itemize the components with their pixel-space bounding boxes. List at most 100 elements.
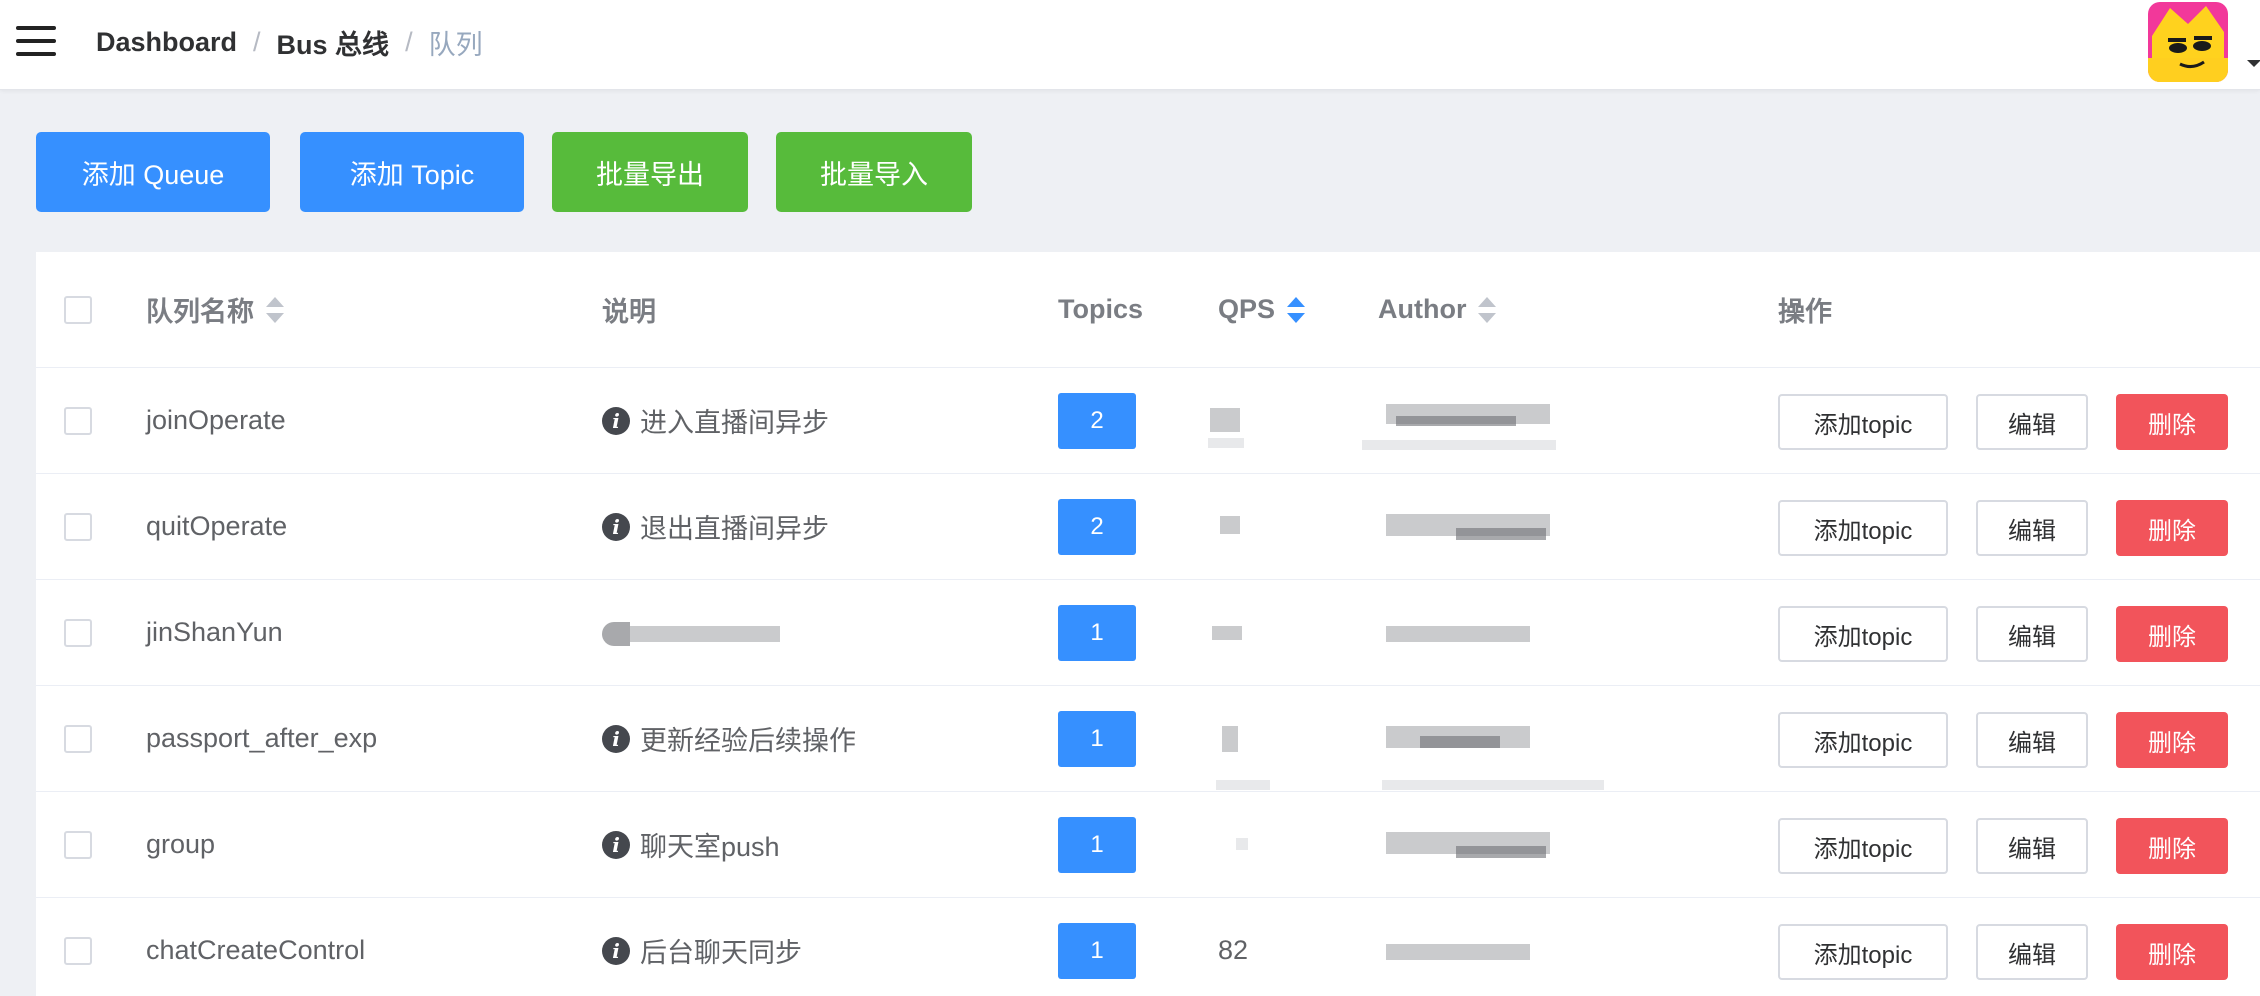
add-topic-button[interactable]: 添加 Topic [300, 132, 524, 212]
header-qps[interactable]: QPS [1218, 252, 1306, 367]
row-checkbox[interactable] [64, 406, 92, 435]
redacted-qps [1212, 626, 1242, 640]
redacted-desc [630, 626, 780, 642]
topics-count-badge[interactable]: 2 [1058, 498, 1136, 555]
edit-button[interactable]: 编辑 [1976, 712, 2088, 768]
row-topics: 2 [1058, 474, 1136, 579]
select-all-checkbox[interactable] [64, 295, 92, 324]
delete-button[interactable]: 删除 [2116, 818, 2228, 874]
edit-button[interactable]: 编辑 [1976, 606, 2088, 662]
row-name: joinOperate [146, 405, 286, 435]
row-desc-text: 退出直播间异步 [640, 514, 829, 544]
avatar[interactable] [2148, 2, 2228, 82]
redacted-qps [1208, 438, 1244, 448]
edit-button[interactable]: 编辑 [1976, 500, 2088, 556]
row-topics: 1 [1058, 898, 1136, 996]
header-author-label: Author [1378, 294, 1467, 324]
row-checkbox[interactable] [64, 936, 92, 965]
redacted-author [1396, 416, 1516, 426]
row-name: group [146, 829, 216, 859]
info-icon: i [602, 512, 630, 541]
table-row: group i 聊天室push 1 添加topic 编辑 删除 [36, 792, 2260, 898]
row-topics: 2 [1058, 368, 1136, 473]
redacted-author [1386, 626, 1530, 642]
row-checkbox[interactable] [64, 512, 92, 541]
sort-caret-icon[interactable] [1478, 296, 1497, 323]
info-icon: i [602, 406, 630, 435]
avatar-dropdown-caret-icon[interactable] [2247, 60, 2260, 67]
breadcrumb-separator: / [405, 26, 413, 57]
redacted-qps [1210, 408, 1240, 432]
header-desc-label: 说明 [602, 297, 656, 327]
delete-button[interactable]: 删除 [2116, 924, 2228, 980]
delete-button[interactable]: 删除 [2116, 394, 2228, 450]
header-author[interactable]: Author [1378, 252, 1497, 367]
edit-button[interactable]: 编辑 [1976, 924, 2088, 980]
row-desc-text: 进入直播间异步 [640, 408, 829, 438]
delete-button[interactable]: 删除 [2116, 500, 2228, 556]
redacted-author [1386, 944, 1530, 960]
delete-button[interactable]: 删除 [2116, 606, 2228, 662]
hamburger-menu-icon[interactable] [16, 24, 56, 58]
table-row: quitOperate i 退出直播间异步 2 添加topic 编辑 删除 [36, 474, 2260, 580]
batch-export-button[interactable]: 批量导出 [552, 132, 748, 212]
add-queue-button[interactable]: 添加 Queue [36, 132, 270, 212]
table-row: jinShanYun 1 添加topic 编辑 删除 [36, 580, 2260, 686]
redacted-author [1420, 736, 1500, 748]
header-name[interactable]: 队列名称 [146, 252, 284, 367]
redacted-qps [1222, 726, 1238, 752]
row-desc: i 进入直播间异步 [602, 368, 829, 473]
row-desc-text: 更新经验后续操作 [640, 726, 856, 756]
row-checkbox[interactable] [64, 830, 92, 859]
add-topic-row-button[interactable]: 添加topic [1778, 394, 1948, 450]
add-topic-row-button[interactable]: 添加topic [1778, 818, 1948, 874]
redacted-author [1362, 440, 1556, 450]
table-row: passport_after_exp i 更新经验后续操作 1 添加topic … [36, 686, 2260, 792]
add-topic-row-button[interactable]: 添加topic [1778, 606, 1948, 662]
topics-count-badge[interactable]: 1 [1058, 816, 1136, 873]
redacted-author [1382, 780, 1604, 790]
row-name: jinShanYun [146, 617, 283, 647]
row-desc: i 退出直播间异步 [602, 474, 829, 579]
table-row: chatCreateControl i 后台聊天同步 1 82 添加topic … [36, 898, 2260, 996]
header-desc: 说明 [602, 252, 656, 367]
row-select-cell [64, 368, 92, 473]
row-name: chatCreateControl [146, 935, 366, 965]
header-ops: 操作 [1778, 252, 1832, 367]
edit-button[interactable]: 编辑 [1976, 818, 2088, 874]
table-row: joinOperate i 进入直播间异步 2 添加topic 编辑 删除 [36, 368, 2260, 474]
info-icon: i [602, 724, 630, 753]
delete-button[interactable]: 删除 [2116, 712, 2228, 768]
row-desc-text: 后台聊天同步 [640, 938, 802, 968]
row-select-cell [64, 580, 92, 685]
sort-caret-active-icon[interactable] [1287, 296, 1306, 323]
row-select-cell [64, 474, 92, 579]
row-checkbox[interactable] [64, 618, 92, 647]
info-icon: i [602, 830, 630, 859]
row-desc-text: 聊天室push [640, 832, 780, 862]
batch-import-button[interactable]: 批量导入 [776, 132, 972, 212]
add-topic-row-button[interactable]: 添加topic [1778, 500, 1948, 556]
breadcrumb-bus[interactable]: Bus 总线 [277, 23, 390, 62]
edit-button[interactable]: 编辑 [1976, 394, 2088, 450]
header-name-label: 队列名称 [146, 297, 254, 327]
redacted-qps [1236, 838, 1248, 850]
header-ops-label: 操作 [1778, 297, 1832, 327]
row-topics: 1 [1058, 580, 1136, 685]
table-header: 队列名称 说明 Topics QPS Author 操作 [36, 252, 2260, 368]
row-name: quitOperate [146, 511, 288, 541]
row-qps: 82 [1218, 935, 1249, 965]
add-topic-row-button[interactable]: 添加topic [1778, 712, 1948, 768]
row-desc: i 后台聊天同步 [602, 898, 802, 996]
add-topic-row-button[interactable]: 添加topic [1778, 924, 1948, 980]
topics-count-badge[interactable]: 1 [1058, 710, 1136, 767]
avatar-image-icon [2148, 2, 2228, 82]
row-checkbox[interactable] [64, 724, 92, 753]
topics-count-badge[interactable]: 1 [1058, 604, 1136, 661]
breadcrumb-dashboard[interactable]: Dashboard [96, 27, 237, 58]
redacted-qps [1216, 780, 1270, 790]
topics-count-badge[interactable]: 2 [1058, 392, 1136, 449]
topics-count-badge[interactable]: 1 [1058, 922, 1136, 979]
sort-caret-icon[interactable] [266, 296, 284, 323]
breadcrumb-current: 队列 [428, 29, 483, 60]
